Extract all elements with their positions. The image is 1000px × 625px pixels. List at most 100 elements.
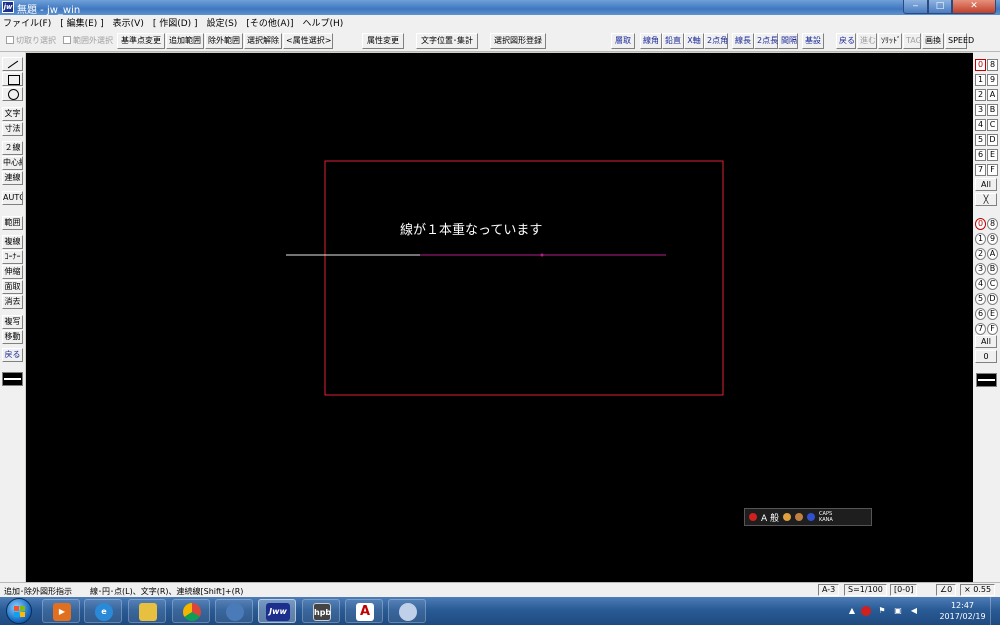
volume-icon[interactable]: ◀: [909, 606, 919, 616]
layer-e-button[interactable]: E: [987, 149, 998, 161]
flag-icon[interactable]: ⚑: [877, 606, 887, 616]
group-5-button[interactable]: 5: [975, 293, 986, 305]
double-line-tool[interactable]: ２線: [2, 141, 23, 155]
register-shape-button[interactable]: 選択図形登録: [490, 33, 546, 49]
exclude-range-button[interactable]: 除外範囲: [205, 33, 243, 49]
interval-button[interactable]: 間隔: [778, 33, 798, 49]
copy-tool[interactable]: 複写: [2, 315, 23, 329]
group-zero-button[interactable]: 0: [975, 350, 997, 363]
layer-all-button[interactable]: All: [975, 178, 997, 191]
move-tool[interactable]: 移動: [2, 330, 23, 344]
layer-c-button[interactable]: C: [987, 119, 998, 131]
erase-tool[interactable]: 消去: [2, 295, 23, 309]
attr-change-button[interactable]: 属性変更: [362, 33, 404, 49]
group-9-button[interactable]: 9: [987, 233, 998, 245]
antivirus-icon[interactable]: [861, 606, 871, 616]
internet-explorer-icon[interactable]: e: [84, 599, 122, 623]
layer-3-button[interactable]: 3: [975, 104, 986, 116]
layer-indicator[interactable]: [0-0]: [890, 584, 918, 596]
menu-file[interactable]: ファイル(F): [3, 16, 51, 29]
speed-button[interactable]: SPEED: [945, 33, 974, 49]
layer-8-button[interactable]: 8: [987, 59, 998, 71]
vertical-button[interactable]: 鉛直: [662, 33, 684, 49]
file-explorer-icon[interactable]: [128, 599, 166, 623]
clear-select-button[interactable]: 選択解除: [244, 33, 282, 49]
clock[interactable]: 12:47 2017/02/19: [935, 600, 990, 622]
start-button[interactable]: [6, 598, 32, 624]
add-range-button[interactable]: 追加範囲: [166, 33, 204, 49]
base-point-button[interactable]: 基準点変更: [117, 33, 165, 49]
group-a-button[interactable]: A: [987, 248, 998, 260]
solid-button[interactable]: ｿﾘｯﾄﾞ: [878, 33, 902, 49]
layer-0-button[interactable]: 0: [975, 59, 986, 71]
hpb-icon[interactable]: hpb: [302, 599, 340, 623]
center-line-tool[interactable]: 中心線: [2, 156, 23, 170]
layer-6-button[interactable]: 6: [975, 149, 986, 161]
line-length-button[interactable]: 線長: [732, 33, 754, 49]
group-c-button[interactable]: C: [987, 278, 998, 290]
back-tool[interactable]: 戻る: [2, 348, 23, 362]
group-d-button[interactable]: D: [987, 293, 998, 305]
group-f-button[interactable]: F: [987, 323, 998, 335]
layer-9-button[interactable]: 9: [987, 74, 998, 86]
scale-indicator[interactable]: S=1/100: [844, 584, 887, 596]
jw-cad-taskbar-icon[interactable]: Jww: [258, 599, 296, 623]
dimension-tool[interactable]: 寸法: [2, 122, 23, 136]
group-4-button[interactable]: 4: [975, 278, 986, 290]
circle-tool-icon[interactable]: [2, 87, 23, 101]
line-tool-icon[interactable]: [2, 57, 23, 71]
show-desktop-button[interactable]: [990, 597, 1000, 625]
line-angle-button[interactable]: 線角: [640, 33, 662, 49]
chrome-icon[interactable]: [172, 599, 210, 623]
layer-2-button[interactable]: 2: [975, 89, 986, 101]
layer-d-button[interactable]: D: [987, 134, 998, 146]
menu-settings[interactable]: 設定(S): [207, 16, 238, 29]
right-line-swatch[interactable]: [976, 373, 997, 387]
redo-button[interactable]: 進む: [857, 33, 877, 49]
layer-f-button[interactable]: F: [987, 164, 998, 176]
layer-5-button[interactable]: 5: [975, 134, 986, 146]
title-bar[interactable]: jw 無題 - jw_win ‒ □ ✕: [0, 0, 1000, 16]
minimize-button[interactable]: ‒: [903, 0, 928, 14]
auto-tool[interactable]: AUTO: [2, 191, 23, 205]
layer-b-button[interactable]: B: [987, 104, 998, 116]
layer-7-button[interactable]: 7: [975, 164, 986, 176]
network-icon[interactable]: ▣: [893, 606, 903, 616]
layer-1-button[interactable]: 1: [975, 74, 986, 86]
layer-4-button[interactable]: 4: [975, 119, 986, 131]
cut-select-checkbox[interactable]: 切取り選択: [3, 33, 59, 49]
drawing-canvas[interactable]: 線が１本重なっています A 般 CAPS KANA: [26, 53, 973, 582]
app-icon[interactable]: jw: [2, 1, 14, 13]
rectangle-tool-icon[interactable]: [2, 72, 23, 86]
offset-line-tool[interactable]: 複線: [2, 235, 23, 249]
base-set-button[interactable]: 基設: [802, 33, 824, 49]
ime-help-icon[interactable]: [807, 513, 816, 521]
menu-other[interactable]: [その他(A)]: [246, 16, 293, 29]
text-tool[interactable]: 文字: [2, 107, 23, 121]
media-player-icon[interactable]: ▶: [42, 599, 80, 623]
menu-edit[interactable]: [ 編集(E) ]: [60, 16, 103, 29]
paint-icon[interactable]: [388, 599, 426, 623]
corner-tool[interactable]: ｺｰﾅｰ: [2, 250, 23, 264]
line-type-swatch[interactable]: [2, 372, 23, 386]
close-button[interactable]: ✕: [952, 0, 996, 14]
zoom-indicator[interactable]: × 0.55: [960, 584, 996, 596]
layer-a-button[interactable]: A: [987, 89, 998, 101]
menu-view[interactable]: 表示(V): [113, 16, 144, 29]
group-0-button[interactable]: 0: [975, 218, 986, 230]
two-point-angle-button[interactable]: 2点角: [704, 33, 728, 49]
acrobat-icon[interactable]: A: [345, 599, 383, 623]
paper-size[interactable]: A-3: [818, 584, 840, 596]
image-convert-button[interactable]: 画換: [922, 33, 944, 49]
outside-select-checkbox[interactable]: 範囲外選択: [60, 33, 116, 49]
maximize-button[interactable]: □: [928, 0, 952, 14]
two-point-length-button[interactable]: 2点長: [754, 33, 778, 49]
group-e-button[interactable]: E: [987, 308, 998, 320]
thunderbird-icon[interactable]: [215, 599, 253, 623]
menu-draw[interactable]: [ 作図(D) ]: [153, 16, 198, 29]
menu-help[interactable]: ヘルプ(H): [303, 16, 344, 29]
continuous-line-tool[interactable]: 連線: [2, 171, 23, 185]
group-3-button[interactable]: 3: [975, 263, 986, 275]
attr-select-button[interactable]: <属性選択>: [283, 33, 333, 49]
group-7-button[interactable]: 7: [975, 323, 986, 335]
